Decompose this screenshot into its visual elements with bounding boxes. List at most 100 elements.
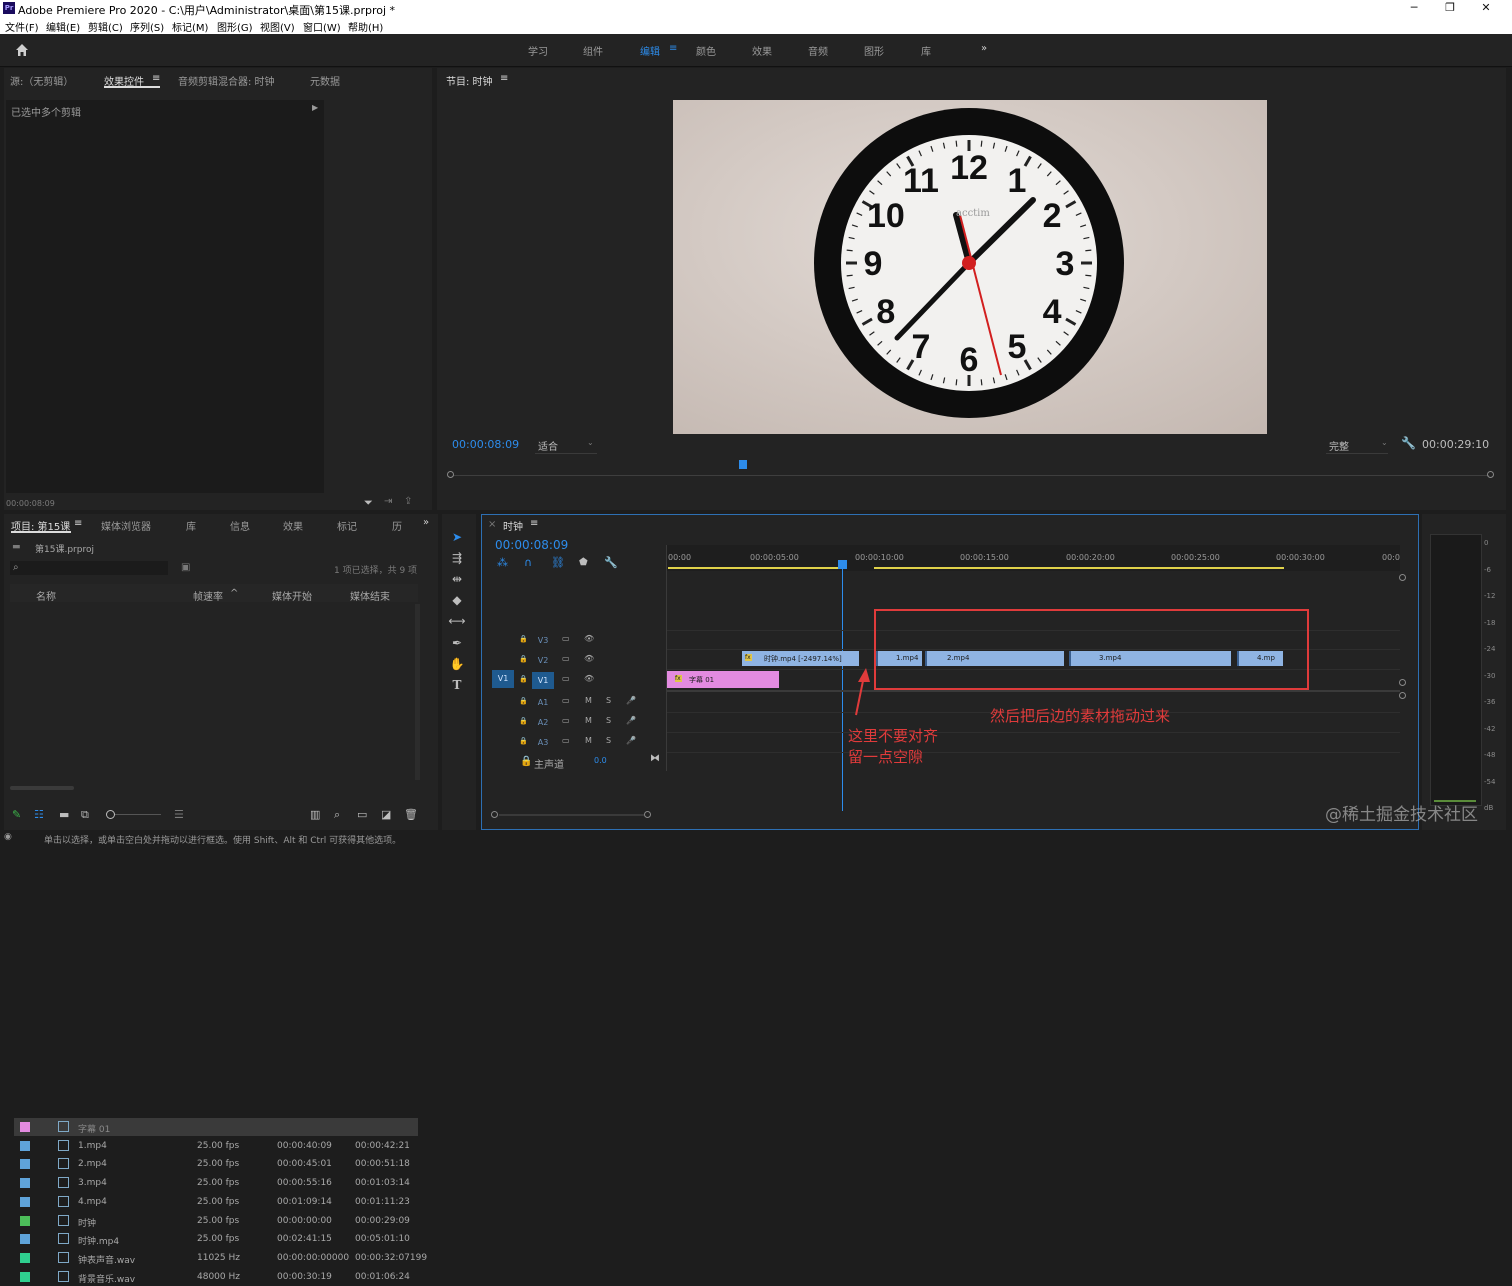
column-media-end[interactable]: 媒体结束 (350, 588, 390, 603)
selection-tool-icon[interactable]: ➤ (448, 528, 466, 546)
voice-over-mic-icon[interactable]: 🎤 (626, 716, 636, 725)
solo-button[interactable]: S (606, 696, 611, 705)
track-target-v3[interactable]: V3 (532, 632, 554, 649)
track-select-tool-icon[interactable]: ⇶ (448, 549, 466, 567)
label-color-swatch[interactable] (20, 1196, 30, 1207)
tab-markers[interactable]: 标记 (337, 518, 357, 533)
effect-controls-menu-icon[interactable]: ≡ (152, 73, 160, 84)
menu-clip[interactable]: 剪辑(C) (88, 19, 123, 34)
quality-chevron-down-icon[interactable]: ⌄ (1381, 438, 1388, 447)
workspace-editing[interactable]: 编辑 (640, 43, 660, 58)
ripple-edit-tool-icon[interactable]: ⇹ (448, 570, 466, 588)
program-playhead-timecode[interactable]: 00:00:08:09 (452, 438, 519, 451)
workspace-color[interactable]: 颜色 (696, 43, 716, 58)
razor-tool-icon[interactable]: ◆ (448, 591, 466, 609)
fit-chevron-down-icon[interactable]: ⌄ (587, 438, 594, 447)
timeline-vertical-scrollbar[interactable] (1399, 574, 1407, 699)
track-target-v2[interactable]: V2 (532, 652, 554, 669)
sync-lock-icon[interactable]: ▭ (562, 654, 570, 663)
program-scrub-bar[interactable] (447, 460, 1495, 482)
fit-dropdown[interactable]: 适合 (538, 438, 558, 453)
tab-source[interactable]: 源:（无剪辑） (10, 73, 73, 88)
column-media-start[interactable]: 媒体开始 (272, 588, 312, 603)
timeline-playhead-head[interactable] (838, 560, 847, 569)
pen-tool-icon[interactable]: ✒ (448, 634, 466, 652)
workspace-libraries[interactable]: 库 (921, 43, 931, 58)
ripple-icon[interactable]: ⇥ (384, 496, 392, 507)
nest-sequence-icon[interactable]: ⁂ (497, 556, 508, 569)
track-target-v1[interactable]: V1 (532, 672, 554, 689)
timeline-settings-wrench-icon[interactable]: 🔧 (604, 556, 618, 569)
eye-toggle-icon[interactable]: 👁 (584, 634, 594, 643)
tab-media-browser[interactable]: 媒体浏览器 (101, 518, 151, 533)
tab-history[interactable]: 历 (392, 518, 402, 533)
maximize-button[interactable]: ❐ (1432, 0, 1468, 17)
master-expand-icon[interactable]: ⧓ (650, 753, 660, 764)
project-row[interactable]: 钟表声音.wav 11025 Hz 00:00:00:00000 00:00:32:0… (14, 1249, 427, 1267)
settings-wrench-icon[interactable]: 🔧 (1401, 436, 1416, 450)
project-row[interactable]: 4.mp4 25.00 fps 00:01:09:14 00:01:11:23 (14, 1193, 418, 1211)
menu-marker[interactable]: 标记(M) (172, 19, 208, 34)
sync-lock-icon[interactable]: ▭ (562, 634, 570, 643)
mute-button[interactable]: M (585, 716, 592, 725)
menu-graphics[interactable]: 图形(G) (217, 19, 253, 34)
voice-over-mic-icon[interactable]: 🎤 (626, 736, 636, 745)
workspace-audio[interactable]: 音频 (808, 43, 828, 58)
menu-file[interactable]: 文件(F) (5, 19, 39, 34)
slip-tool-icon[interactable]: ⟷ (448, 612, 466, 630)
timeline-horizontal-scrollbar[interactable] (491, 811, 651, 819)
source-patch-v1[interactable]: V1 (492, 670, 514, 688)
track-lock-icon[interactable]: 🔒 (519, 717, 528, 725)
workspace-effects[interactable]: 效果 (752, 43, 772, 58)
workspace-overflow-icon[interactable]: » (981, 43, 987, 54)
new-item-icon[interactable]: ◪ (381, 808, 391, 821)
type-tool-icon[interactable]: T (448, 676, 466, 694)
column-frame-rate[interactable]: 帧速率 (193, 588, 223, 603)
filter-icon[interactable]: ⏷ (364, 496, 373, 510)
label-color-swatch[interactable] (20, 1159, 30, 1170)
track-target-a1[interactable]: A1 (532, 694, 554, 711)
find-icon[interactable]: ⌕ (334, 808, 340, 822)
expand-arrow-icon[interactable]: ▶ (312, 103, 318, 112)
track-lock-icon[interactable]: 🔒 (519, 655, 528, 663)
mute-button[interactable]: M (585, 736, 592, 745)
menu-sequence[interactable]: 序列(S) (130, 19, 164, 34)
track-lock-icon[interactable]: 🔒 (519, 737, 528, 745)
menu-window[interactable]: 窗口(W) (303, 19, 341, 34)
voice-over-mic-icon[interactable]: 🎤 (626, 696, 636, 705)
track-target-a2[interactable]: A2 (532, 714, 554, 731)
solo-button[interactable]: S (606, 716, 611, 725)
minimize-button[interactable]: ─ (1396, 0, 1432, 17)
scrub-start-handle[interactable] (447, 471, 454, 478)
label-color-swatch[interactable] (20, 1178, 30, 1189)
eye-toggle-icon[interactable]: 👁 (584, 674, 594, 683)
project-row[interactable]: 字幕 01 (14, 1118, 418, 1136)
sync-lock-icon[interactable]: ▭ (562, 736, 570, 745)
project-list-scrollbar[interactable] (415, 604, 420, 780)
sort-arrow-icon[interactable]: ^ (230, 588, 238, 599)
track-lock-icon[interactable]: 🔒 (519, 697, 528, 705)
tab-effects[interactable]: 效果 (283, 518, 303, 533)
timeline-timecode[interactable]: 00:00:08:09 (495, 538, 568, 552)
scrub-end-handle[interactable] (1487, 471, 1494, 478)
quality-dropdown[interactable]: 完整 (1329, 438, 1349, 453)
project-row[interactable]: 时钟.mp4 25.00 fps 00:02:41:15 00:05:01:10 (14, 1230, 418, 1248)
automate-to-sequence-icon[interactable]: ▥ (310, 808, 320, 821)
icon-view-icon[interactable]: ▬ (59, 808, 69, 821)
label-color-swatch[interactable] (20, 1234, 30, 1245)
column-name[interactable]: 名称 (36, 588, 56, 603)
menu-edit[interactable]: 编辑(E) (46, 19, 80, 34)
project-row[interactable]: 时钟 25.00 fps 00:00:00:00 00:00:29:09 (14, 1212, 418, 1230)
sync-lock-icon[interactable]: ▭ (562, 716, 570, 725)
project-overflow-icon[interactable]: » (423, 517, 429, 528)
timeline-close-icon[interactable]: × (488, 519, 496, 530)
label-color-swatch[interactable] (20, 1140, 30, 1151)
home-icon[interactable] (14, 42, 30, 58)
zoom-slider[interactable] (106, 810, 162, 819)
mute-button[interactable]: M (585, 696, 592, 705)
tab-libraries[interactable]: 库 (186, 518, 196, 533)
project-horizontal-scrollbar[interactable] (10, 786, 74, 790)
project-menu-icon[interactable]: ≡ (74, 518, 82, 529)
tab-info[interactable]: 信息 (230, 518, 250, 533)
workspace-learn[interactable]: 学习 (528, 43, 548, 58)
